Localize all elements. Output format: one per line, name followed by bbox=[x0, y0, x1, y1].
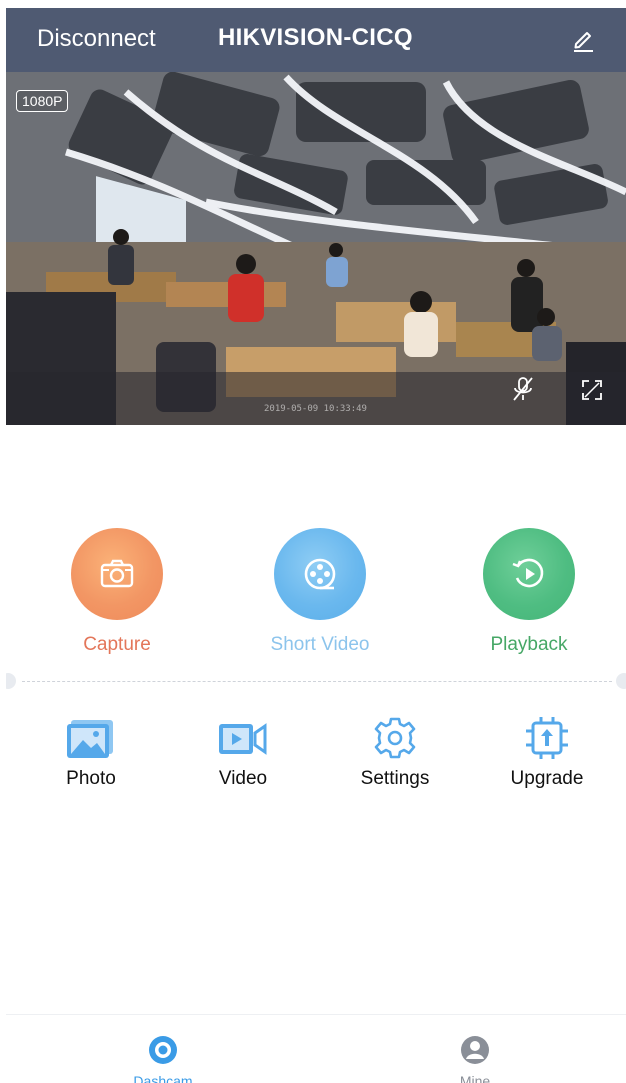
dashcam-icon bbox=[149, 1036, 177, 1064]
upgrade-label: Upgrade bbox=[510, 768, 584, 789]
photo-label: Photo bbox=[66, 768, 116, 789]
fullscreen-icon[interactable] bbox=[580, 378, 604, 402]
tab-dashcam[interactable]: Dashcam bbox=[103, 1025, 223, 1083]
bottom-tab-bar: Dashcam Mine bbox=[6, 1014, 626, 1083]
resolution-badge[interactable]: 1080P bbox=[16, 90, 69, 112]
video-timestamp: 2019-05-09 10:33:49 bbox=[264, 404, 367, 414]
divider-notch-right bbox=[616, 673, 626, 689]
short-video-circle[interactable] bbox=[274, 528, 366, 620]
film-reel-icon bbox=[304, 558, 336, 590]
tab-mine-label: Mine bbox=[459, 1073, 491, 1083]
photo-button[interactable]: Photo bbox=[36, 708, 146, 798]
chip-upgrade-icon bbox=[526, 717, 568, 759]
dashed-divider bbox=[22, 681, 612, 682]
live-video-preview[interactable]: 1080P 2019-05-09 10:33:49 bbox=[6, 72, 626, 425]
capture-button[interactable]: Capture bbox=[47, 528, 187, 658]
microphone-muted-icon[interactable] bbox=[511, 376, 535, 402]
camera-icon bbox=[100, 559, 134, 588]
tab-mine[interactable]: Mine bbox=[415, 1025, 535, 1083]
app-screen: Disconnect HIKVISION-CICQ 1080P 2019-05-… bbox=[6, 8, 626, 1083]
divider-notch-left bbox=[6, 673, 16, 689]
tab-dashcam-label: Dashcam bbox=[133, 1073, 193, 1083]
playback-label: Playback bbox=[490, 634, 568, 655]
gear-icon bbox=[374, 717, 416, 759]
device-name-title: HIKVISION-CICQ bbox=[218, 24, 413, 51]
settings-label: Settings bbox=[360, 768, 430, 789]
user-icon bbox=[461, 1036, 489, 1064]
short-video-button[interactable]: Short Video bbox=[250, 528, 390, 658]
image-icon bbox=[67, 720, 113, 758]
disconnect-button[interactable]: Disconnect bbox=[37, 25, 156, 53]
video-label: Video bbox=[218, 768, 268, 789]
short-video-label: Short Video bbox=[270, 634, 370, 655]
upgrade-button[interactable]: Upgrade bbox=[492, 708, 602, 798]
capture-circle[interactable] bbox=[71, 528, 163, 620]
capture-label: Capture bbox=[83, 634, 151, 655]
video-button[interactable]: Video bbox=[188, 708, 298, 798]
playback-icon bbox=[512, 558, 544, 588]
pencil-icon[interactable] bbox=[568, 24, 598, 54]
office-scene-image bbox=[6, 72, 626, 425]
playback-circle[interactable] bbox=[483, 528, 575, 620]
top-bar: Disconnect HIKVISION-CICQ bbox=[6, 8, 626, 72]
playback-button[interactable]: Playback bbox=[459, 528, 599, 658]
settings-button[interactable]: Settings bbox=[340, 708, 450, 798]
video-camera-icon bbox=[219, 723, 267, 755]
